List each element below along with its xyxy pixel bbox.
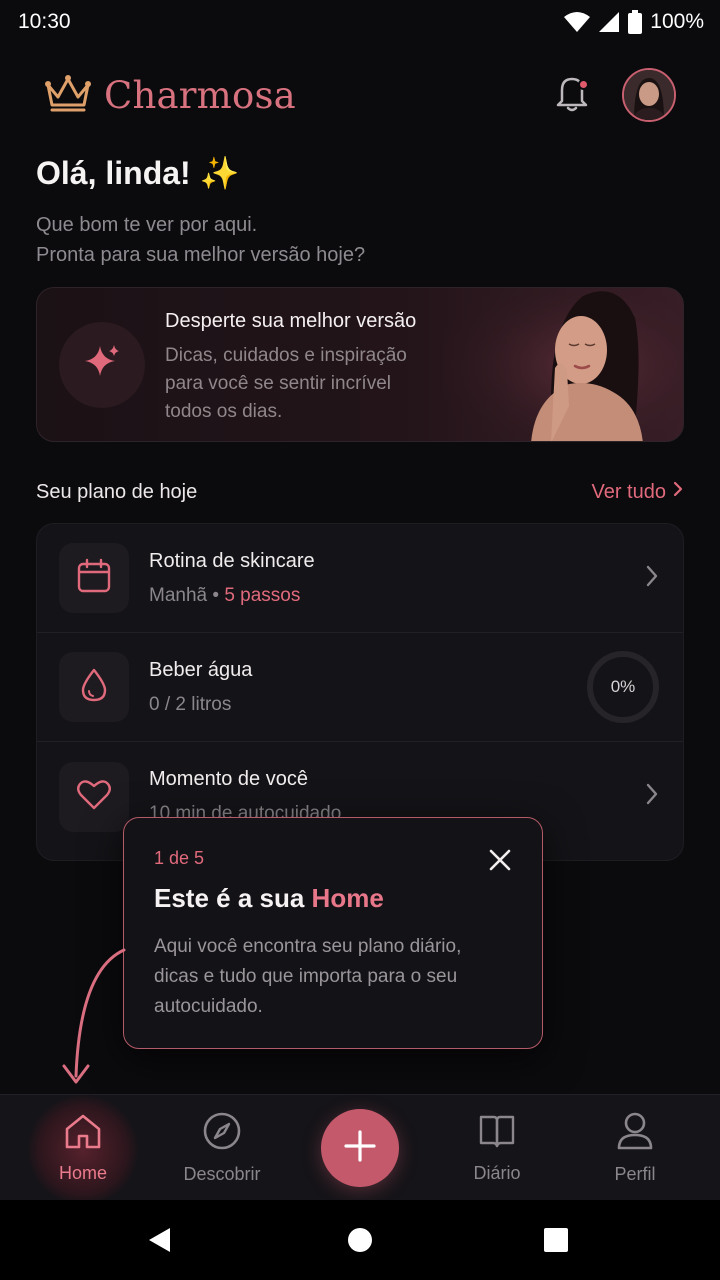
tooltip-step-counter: 1 de 5	[154, 848, 205, 868]
recents-button[interactable]	[542, 1226, 570, 1259]
nav-discover-label: Descobrir	[183, 1164, 261, 1184]
plan-icon-container	[59, 652, 129, 722]
chevron-right-icon	[645, 564, 659, 593]
status-bar: 10:30 100%	[0, 0, 720, 44]
app-logo: Charmosa	[44, 73, 296, 118]
hero-icon-container	[59, 322, 145, 408]
tooltip-pointer-arrow	[56, 946, 128, 1093]
sparkle-icon	[81, 342, 123, 389]
status-icons: 100%	[564, 10, 704, 34]
nav-discover[interactable]: Descobrir	[162, 1095, 282, 1201]
battery-icon	[628, 10, 643, 34]
status-time: 10:30	[18, 10, 71, 33]
plan-section-header: Seu plano de hoje Ver tudo	[36, 478, 684, 506]
compass-icon	[202, 1111, 242, 1156]
close-icon	[488, 848, 512, 877]
greeting-title: Olá, linda! ✨	[36, 155, 240, 191]
notifications-button[interactable]	[552, 75, 592, 115]
heart-icon	[76, 777, 112, 816]
bottom-navigation: Home Descobrir Diário Perfil	[0, 1094, 720, 1205]
greeting-line-1: Que bom te ver por aqui.	[36, 214, 258, 236]
nav-profile[interactable]: Perfil	[575, 1095, 695, 1201]
calendar-icon	[76, 558, 112, 599]
battery-level: 100%	[650, 10, 704, 33]
home-system-button[interactable]	[346, 1226, 374, 1259]
app-header: Charmosa	[0, 62, 720, 128]
nav-diary-label: Diário	[473, 1163, 521, 1183]
hero-desc-line-1: Dicas, cuidados e inspiração	[165, 345, 407, 366]
onboarding-tooltip: 1 de 5 Este é a sua Home Aqui você encon…	[123, 817, 543, 1049]
greeting-line-2: Pronta para sua melhor versão hoje?	[36, 244, 366, 266]
water-progress-ring: 0%	[587, 651, 659, 723]
plan-item-skincare[interactable]: Rotina de skincare Manhã • 5 passos	[37, 524, 683, 633]
home-circle-icon	[346, 1226, 374, 1259]
plan-item-water[interactable]: Beber água 0 / 2 litros 0%	[37, 633, 683, 742]
user-icon	[616, 1111, 654, 1156]
notification-dot	[578, 79, 589, 90]
crown-icon	[44, 73, 92, 118]
book-icon	[477, 1112, 517, 1155]
wifi-icon	[564, 11, 591, 33]
plan-item-title: Beber água	[149, 658, 253, 681]
water-progress-value: 0%	[610, 677, 636, 696]
nav-diary[interactable]: Diário	[437, 1095, 557, 1201]
nav-home[interactable]: Home	[23, 1095, 143, 1201]
tooltip-desc-line-2: dicas e tudo que importa para o seu	[154, 966, 458, 987]
water-drop-icon	[79, 667, 109, 708]
plan-section-title: Seu plano de hoje	[36, 480, 198, 503]
hero-title: Desperte sua melhor versão	[165, 310, 417, 332]
chevron-right-icon	[645, 782, 659, 811]
system-navigation-bar	[0, 1200, 720, 1280]
see-all-label: Ver tudo	[591, 480, 666, 503]
back-button[interactable]	[146, 1226, 172, 1259]
plan-item-subtitle: Manhã •	[149, 584, 225, 606]
tooltip-close-button[interactable]	[486, 848, 514, 876]
plan-item-title: Momento de você	[149, 768, 308, 790]
plan-icon-container	[59, 543, 129, 613]
recents-square-icon	[542, 1226, 570, 1259]
hero-desc-line-3: todos os dias.	[165, 401, 283, 422]
hero-portrait-image	[443, 288, 683, 441]
app-name: Charmosa	[104, 73, 296, 117]
tooltip-title-text: Este é a sua	[154, 883, 312, 913]
plan-item-steps: 5 passos	[224, 584, 301, 606]
add-button[interactable]	[321, 1109, 399, 1187]
daily-plan-list: Rotina de skincare Manhã • 5 passos Bebe…	[36, 523, 684, 861]
tooltip-desc-line-3: autocuidado.	[154, 996, 263, 1017]
nav-profile-label: Perfil	[614, 1164, 656, 1184]
plan-item-subtitle: 0 / 2 litros	[149, 693, 232, 715]
tooltip-title-accent: Home	[311, 883, 384, 913]
hero-card[interactable]: Desperte sua melhor versão Dicas, cuidad…	[36, 287, 684, 442]
avatar[interactable]	[622, 68, 676, 122]
chevron-right-icon	[672, 480, 684, 504]
signal-icon	[598, 11, 620, 33]
tooltip-desc-line-1: Aqui você encontra seu plano diário,	[154, 936, 462, 957]
hero-desc-line-2: para você se sentir incrível	[165, 373, 391, 394]
back-triangle-icon	[146, 1226, 172, 1259]
home-icon	[63, 1112, 103, 1155]
see-all-link[interactable]: Ver tudo	[591, 480, 684, 504]
nav-home-label: Home	[58, 1163, 107, 1183]
plan-icon-container	[59, 761, 129, 832]
greeting: Olá, linda! ✨ Que bom te ver por aqui. P…	[36, 154, 365, 270]
plus-icon	[343, 1129, 377, 1168]
plan-item-title: Rotina de skincare	[149, 549, 315, 572]
tooltip-title: Este é a sua Home	[154, 883, 512, 914]
